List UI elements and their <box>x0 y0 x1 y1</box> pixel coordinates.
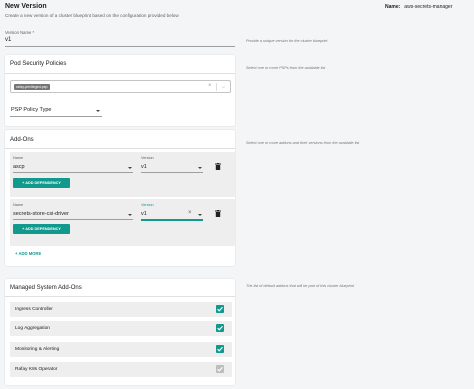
clear-icon[interactable]: × <box>188 210 192 216</box>
select-separator <box>216 83 217 91</box>
msa-item: Monitoring & Alerting <box>10 342 232 357</box>
msa-hint: The list of default addons that will be … <box>246 284 355 288</box>
msa-card: Managed System Add-Ons Ingress Controlle… <box>5 279 235 385</box>
blueprint-name-value: aws-secrets-manager <box>404 4 453 10</box>
dropdown-arrow-icon[interactable] <box>128 167 132 169</box>
addon-name-select[interactable]: ascp <box>13 164 25 170</box>
msa-item-label: Log Aggregation <box>15 326 50 331</box>
addon-version-select[interactable]: v1 <box>141 211 147 217</box>
msa-divider <box>5 296 235 297</box>
psp-policy-type-underline <box>10 116 102 117</box>
addon-version-underline <box>141 219 203 221</box>
checkbox-checked-icon[interactable] <box>216 324 224 332</box>
addon-name-underline <box>13 172 133 173</box>
blueprint-name-label: Name: <box>385 4 401 10</box>
checkbox-checked-icon[interactable] <box>216 345 224 353</box>
msa-item-label: Rafay K8s Operator <box>15 367 58 372</box>
checkbox-checked-icon[interactable] <box>216 305 224 313</box>
dropdown-arrow-icon[interactable] <box>128 214 132 216</box>
msa-item: Ingress Controller <box>10 302 232 317</box>
add-more-button[interactable]: + ADD MORE <box>15 251 41 256</box>
trash-icon[interactable] <box>215 163 221 170</box>
version-name-label: Version Name * <box>5 30 35 35</box>
addons-hint: Select one or more addons and their vers… <box>246 141 360 145</box>
psp-hint: Select one or more PSPs from the availab… <box>246 66 326 70</box>
dropdown-arrow-icon[interactable] <box>198 167 202 169</box>
msa-item: Log Aggregation <box>10 321 232 336</box>
msa-title: Managed System Add-Ons <box>10 285 82 291</box>
addon-name-label: Name <box>13 156 24 160</box>
version-name-underline <box>5 46 235 47</box>
addon-row: Name ascp Version v1 + ADD DEPENDENCY <box>10 152 235 197</box>
version-hint: Provide a unique version for the cluster… <box>246 39 328 43</box>
msa-item-label: Ingress Controller <box>15 307 53 312</box>
addon-name-select[interactable]: secrets-store-csi-driver <box>13 211 69 217</box>
version-name-input[interactable]: v1 <box>5 37 11 43</box>
addon-name-label: Name <box>13 203 24 207</box>
addon-version-select[interactable]: v1 <box>141 164 147 170</box>
page-title: New Version <box>5 3 47 10</box>
checkbox-disabled-icon <box>216 365 224 373</box>
msa-item-label: Monitoring & Alerting <box>15 347 60 352</box>
chevron-down-icon[interactable]: ⌵ <box>222 84 225 89</box>
psp-chip[interactable]: rafay-privileged-psp <box>14 84 50 90</box>
blueprint-name: Name: aws-secrets-manager <box>385 4 452 10</box>
psp-card: Pod Security Policies rafay-privileged-p… <box>5 55 235 126</box>
clear-icon[interactable]: × <box>208 83 212 89</box>
add-dependency-button[interactable]: + ADD DEPENDENCY <box>13 224 70 234</box>
addon-version-label: Version <box>141 203 154 207</box>
msa-item: Rafay K8s Operator <box>10 362 232 377</box>
addon-version-label: Version <box>141 156 154 160</box>
addons-card: Add-Ons Name ascp Version v1 + ADD DEPEN… <box>5 130 235 266</box>
page-header: New Version Create a new version of a cl… <box>0 0 474 30</box>
trash-icon[interactable] <box>215 210 221 217</box>
add-dependency-button[interactable]: + ADD DEPENDENCY <box>13 178 70 188</box>
psp-divider <box>5 73 235 74</box>
page-subtitle: Create a new version of a cluster bluepr… <box>5 13 179 18</box>
psp-select[interactable]: rafay-privileged-psp × ⌵ <box>10 80 231 93</box>
addons-title: Add-Ons <box>10 137 34 143</box>
psp-title: Pod Security Policies <box>10 61 67 67</box>
addon-version-underline <box>141 172 203 173</box>
addon-name-underline <box>13 219 133 220</box>
dropdown-arrow-icon[interactable] <box>198 214 202 216</box>
addons-divider <box>5 148 235 149</box>
psp-policy-type-label: PSP Policy Type <box>11 107 52 113</box>
addon-row: Name secrets-store-csi-driver Version v1… <box>10 199 235 246</box>
dropdown-arrow-icon[interactable] <box>96 110 100 112</box>
